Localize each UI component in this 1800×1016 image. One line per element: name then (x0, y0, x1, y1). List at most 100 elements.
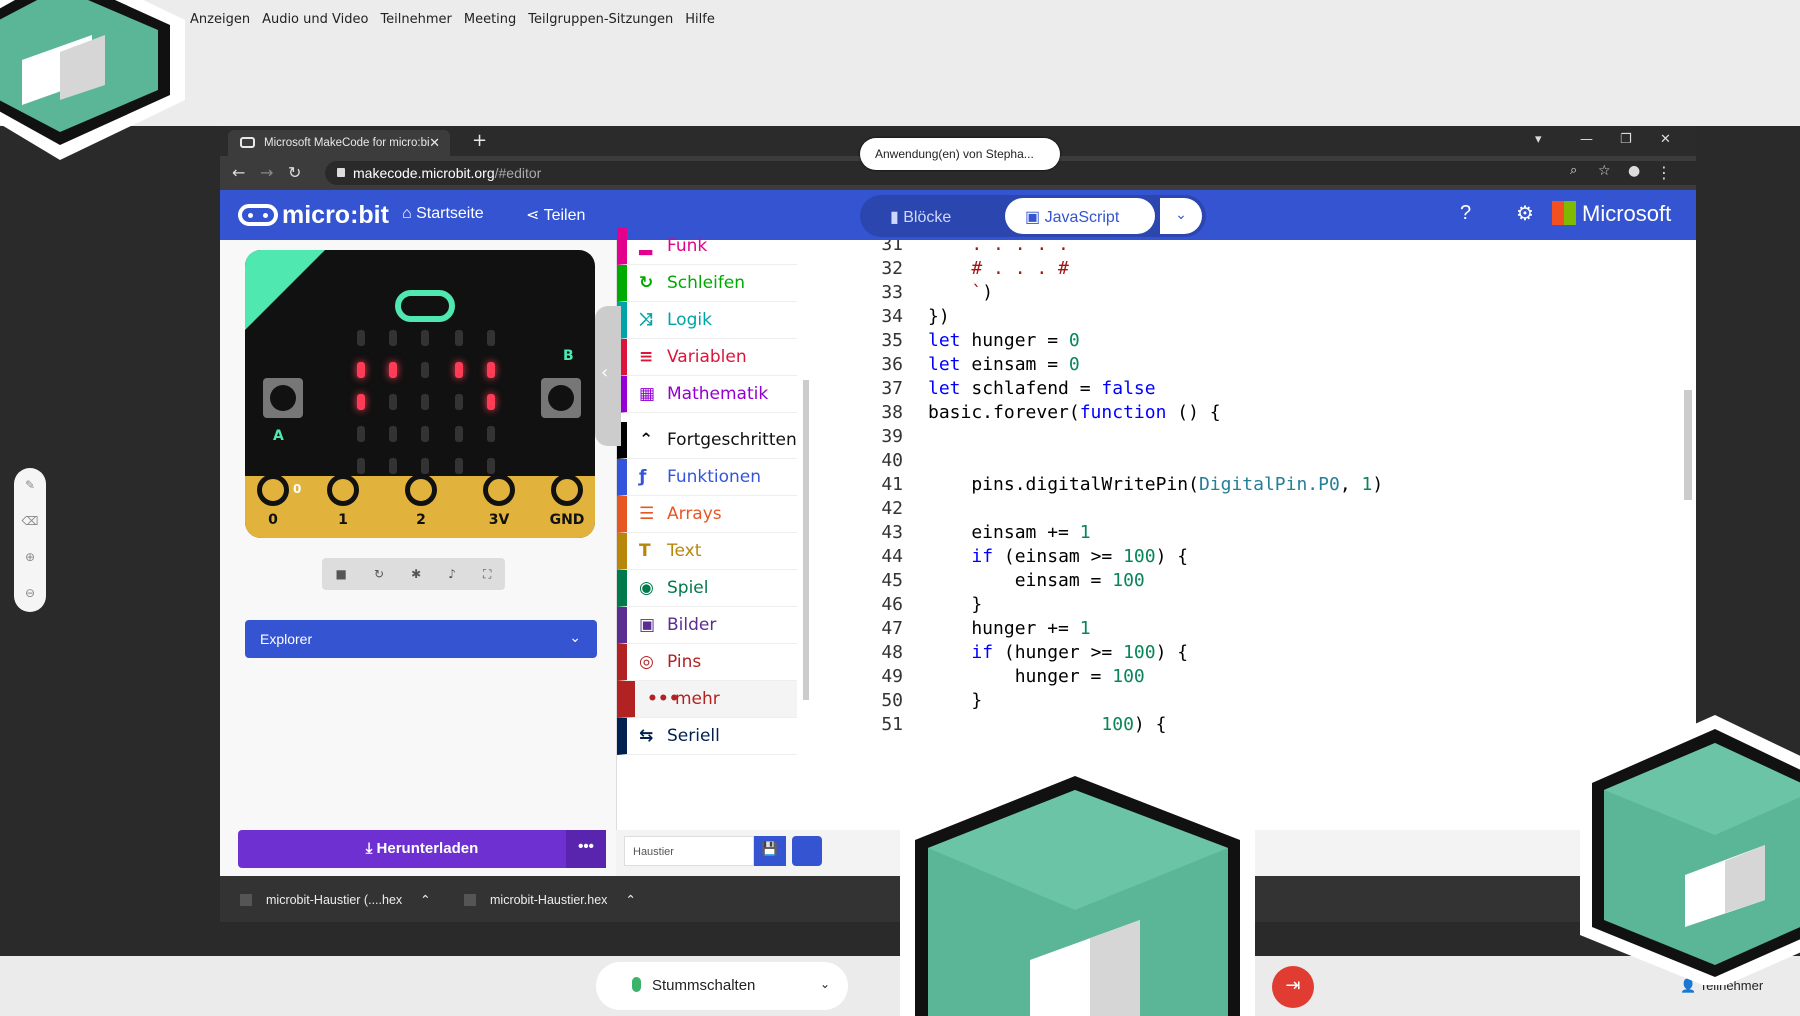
profile-avatar[interactable]: ● (1628, 163, 1640, 179)
share-button[interactable]: ⋖ Teilen (526, 205, 585, 225)
toolbox-category-11[interactable]: ◎ Pins (617, 644, 797, 681)
led (455, 458, 463, 474)
line-number: 48 (881, 642, 903, 663)
line-number: 38 (881, 402, 903, 423)
fullscreen-icon[interactable]: ⛶ (483, 567, 491, 582)
reload-icon[interactable]: ↻ (288, 163, 301, 182)
line-number: 44 (881, 546, 903, 567)
usb-icon: ⇆ (639, 726, 654, 746)
button-b[interactable] (541, 378, 581, 418)
editor-scrollbar[interactable] (1684, 390, 1692, 500)
chevron-down-icon[interactable]: ⌄ (820, 977, 830, 991)
toolbox-category-5[interactable]: ⌃ Fortgeschritten (617, 422, 797, 459)
code-line: `) (928, 282, 994, 303)
javascript-mode-button[interactable]: ▣ JavaScript (1005, 198, 1155, 234)
download-label: Herunterladen (376, 840, 479, 857)
led (421, 458, 429, 474)
toolbox-category-3[interactable]: ≡ Variablen (617, 339, 797, 376)
github-icon[interactable] (792, 836, 822, 866)
gamepad-icon: ◉ (639, 578, 654, 598)
toolbox-category-13[interactable]: ⇆ Seriell (617, 718, 797, 755)
mute-button[interactable]: Stummschalten ⌄ (596, 962, 848, 1010)
menu-breakout-rooms[interactable]: Teilgruppen-Sitzungen (528, 12, 673, 27)
toolbox-category-2[interactable]: ⤨ Logik (617, 302, 797, 339)
download-button[interactable]: ⤓ Herunterladen ••• (238, 830, 606, 868)
pin-2[interactable] (405, 474, 437, 506)
code-line: hunger += 1 (928, 618, 1091, 639)
download-item[interactable]: microbit-Haustier (....hex ⌃ (240, 892, 431, 907)
pin-gnd (551, 474, 583, 506)
button-a[interactable] (263, 378, 303, 418)
blocks-mode-button[interactable]: ▮ Blöcke (890, 207, 951, 227)
menu-meeting[interactable]: Meeting (464, 12, 516, 27)
screen-share-badge: Anwendung(en) von Stepha... (860, 138, 1060, 170)
toolbox-category-7[interactable]: ☰ Arrays (617, 496, 797, 533)
microbit-logo-icon (395, 290, 455, 322)
bookmark-star-icon[interactable]: ☆ (1598, 163, 1611, 179)
toolbox-category-10[interactable]: ▣ Bilder (617, 607, 797, 644)
back-icon[interactable]: ← (232, 163, 245, 182)
toolbox-category-1[interactable]: ↻ Schleifen (617, 265, 797, 302)
stop-icon[interactable]: ■ (336, 567, 347, 581)
eraser-icon[interactable]: ⌫ (14, 504, 46, 540)
led (487, 426, 495, 442)
pin-1[interactable] (327, 474, 359, 506)
menu-audio-video[interactable]: Audio und Video (262, 12, 368, 27)
download-item[interactable]: microbit-Haustier.hex ⌃ (464, 892, 636, 907)
code-line: . . . . . (928, 240, 1069, 255)
zoom-in-icon[interactable]: ⊕ (14, 540, 46, 576)
help-icon[interactable]: ? (1460, 202, 1471, 225)
toolbox-category-0[interactable]: ▂ Funk (617, 228, 797, 265)
download-more-button[interactable]: ••• (566, 830, 606, 868)
toolbox-category-4[interactable]: ▦ Mathematik (617, 376, 797, 413)
toolbox-scrollbar[interactable] (803, 380, 809, 700)
language-dropdown-icon[interactable]: ⌄ (1160, 198, 1202, 234)
code-line: } (928, 690, 983, 711)
code-editor[interactable]: 31 32 33 34 35 36 37 38 39 40 41 42 43 44 45 46 47 48 49 50… (818, 240, 1696, 830)
code-line: let einsam = 0 (928, 354, 1080, 375)
minimize-icon[interactable]: — (1580, 132, 1593, 147)
project-name-input[interactable]: Haustier (624, 836, 754, 866)
pen-icon[interactable]: ✎ (14, 468, 46, 504)
forward-icon[interactable]: → (260, 163, 273, 182)
array-icon: ☰ (639, 504, 655, 524)
menu-kebab-icon[interactable]: ⋮ (1656, 163, 1672, 182)
menu-help[interactable]: Hilfe (685, 12, 715, 27)
corner-decoration (245, 250, 325, 330)
led (389, 362, 397, 378)
toolbox-category-9[interactable]: ◉ Spiel (617, 570, 797, 607)
microsoft-label: Microsoft (1582, 201, 1672, 226)
toolbox-category-label: mehr (675, 689, 720, 709)
save-icon[interactable]: 💾 (754, 836, 786, 866)
microphone-icon (632, 977, 641, 992)
leave-meeting-button[interactable]: ⇥ (1272, 966, 1314, 1008)
close-window-icon[interactable]: ✕ (1660, 132, 1671, 147)
settings-gear-icon[interactable]: ⚙ (1516, 201, 1534, 226)
browser-tab[interactable]: Microsoft MakeCode for micro:bi ✕ (228, 130, 450, 156)
toolbox-category-6[interactable]: ƒ Funktionen (617, 459, 797, 496)
mute-sound-icon[interactable]: ♪ (448, 567, 456, 581)
toolbox-category-8[interactable]: T Text (617, 533, 797, 570)
debug-bug-icon[interactable]: ✱ (411, 567, 421, 581)
zoom-out-icon[interactable]: ⊖ (14, 576, 46, 612)
code-line: }) (928, 306, 950, 327)
explorer-toggle[interactable]: Explorer ⌄ (245, 620, 597, 658)
restore-icon[interactable]: ❐ (1620, 132, 1632, 147)
collapse-simulator-button[interactable]: ‹ (595, 306, 621, 446)
zoom-icon[interactable]: ⌕ (1570, 163, 1577, 178)
profile-down-icon[interactable]: ▾ (1535, 132, 1542, 147)
microsoft-logo[interactable]: Microsoft (1552, 201, 1671, 227)
code-line: if (hunger >= 100) { (971, 642, 1189, 663)
pin-0[interactable] (257, 474, 289, 506)
menu-participants[interactable]: Teilnehmer (380, 12, 451, 27)
restart-icon[interactable]: ↻ (374, 567, 384, 581)
microbit-simulator[interactable]: A B 0 1 2 3V GND 0 (245, 250, 595, 538)
close-tab-icon[interactable]: ✕ (429, 135, 440, 151)
microbit-logo[interactable]: micro:bit (238, 201, 389, 230)
new-tab-button[interactable]: + (472, 130, 487, 151)
toolbox-category-12[interactable]: •••mehr (617, 681, 797, 718)
chevron-up-icon[interactable]: ⌃ (625, 893, 635, 907)
line-number: 35 (881, 330, 903, 351)
home-button[interactable]: ⌂ Startseite (402, 205, 484, 223)
chevron-up-icon[interactable]: ⌃ (420, 893, 430, 907)
